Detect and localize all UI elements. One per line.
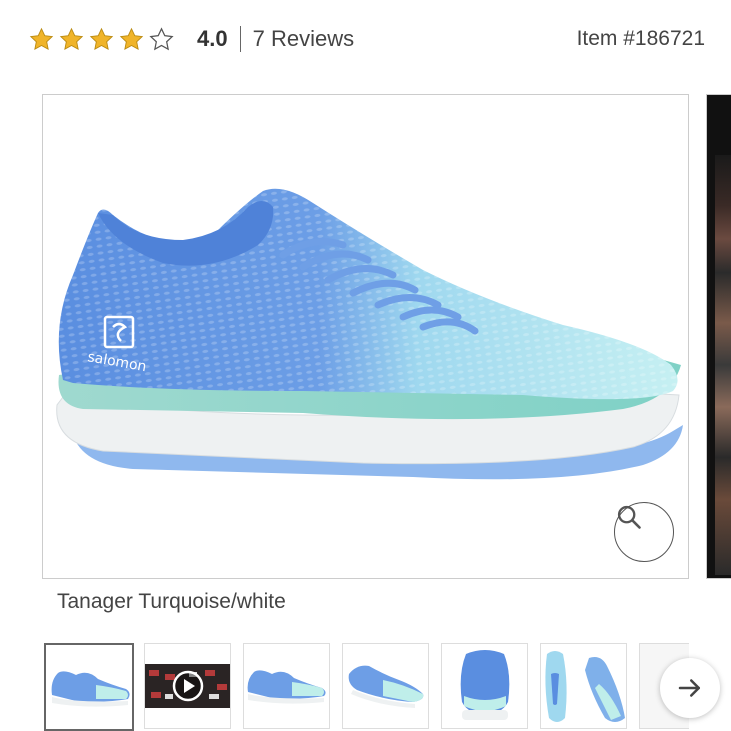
thumbnail[interactable] <box>44 643 134 731</box>
rating-divider <box>239 26 241 52</box>
item-number: Item #186721 <box>576 27 705 50</box>
zoom-button[interactable] <box>614 502 674 562</box>
reviews-link[interactable]: 7 Reviews <box>253 26 354 52</box>
thumbnail[interactable] <box>243 643 330 729</box>
arrow-right-icon <box>678 679 700 697</box>
shoe-thumbnail-image <box>545 651 625 722</box>
star-filled-icon <box>89 27 114 50</box>
star-filled-icon <box>29 27 54 50</box>
color-name: Tanager Turquoise/white <box>57 590 286 613</box>
thumbnail-video[interactable] <box>144 643 231 729</box>
shoe-thumbnail-image <box>51 671 130 707</box>
rating-value: 4.0 <box>197 26 228 51</box>
star-filled-icon <box>119 27 144 50</box>
thumbnail-strip <box>44 643 689 731</box>
star-rating[interactable] <box>28 26 175 53</box>
shoe-image: salomon <box>56 188 683 480</box>
rating-row: 4.0 7 Reviews Item #186721 <box>28 22 705 56</box>
search-icon <box>617 505 641 529</box>
next-thumbnail-button[interactable] <box>660 658 720 718</box>
thumbnail[interactable] <box>342 643 429 729</box>
thumbnail[interactable] <box>540 643 627 729</box>
shoe-thumbnail-image <box>460 650 510 720</box>
thumbnail[interactable] <box>441 643 528 729</box>
next-image-preview <box>715 155 731 575</box>
shoe-thumbnail-image <box>247 670 326 704</box>
star-filled-icon <box>59 27 84 50</box>
star-empty-icon <box>149 26 174 50</box>
main-product-image[interactable]: salomon <box>42 94 689 579</box>
shoe-thumbnail-image <box>348 665 424 708</box>
next-product-image[interactable] <box>706 94 731 579</box>
video-thumbnail-image <box>145 664 230 708</box>
